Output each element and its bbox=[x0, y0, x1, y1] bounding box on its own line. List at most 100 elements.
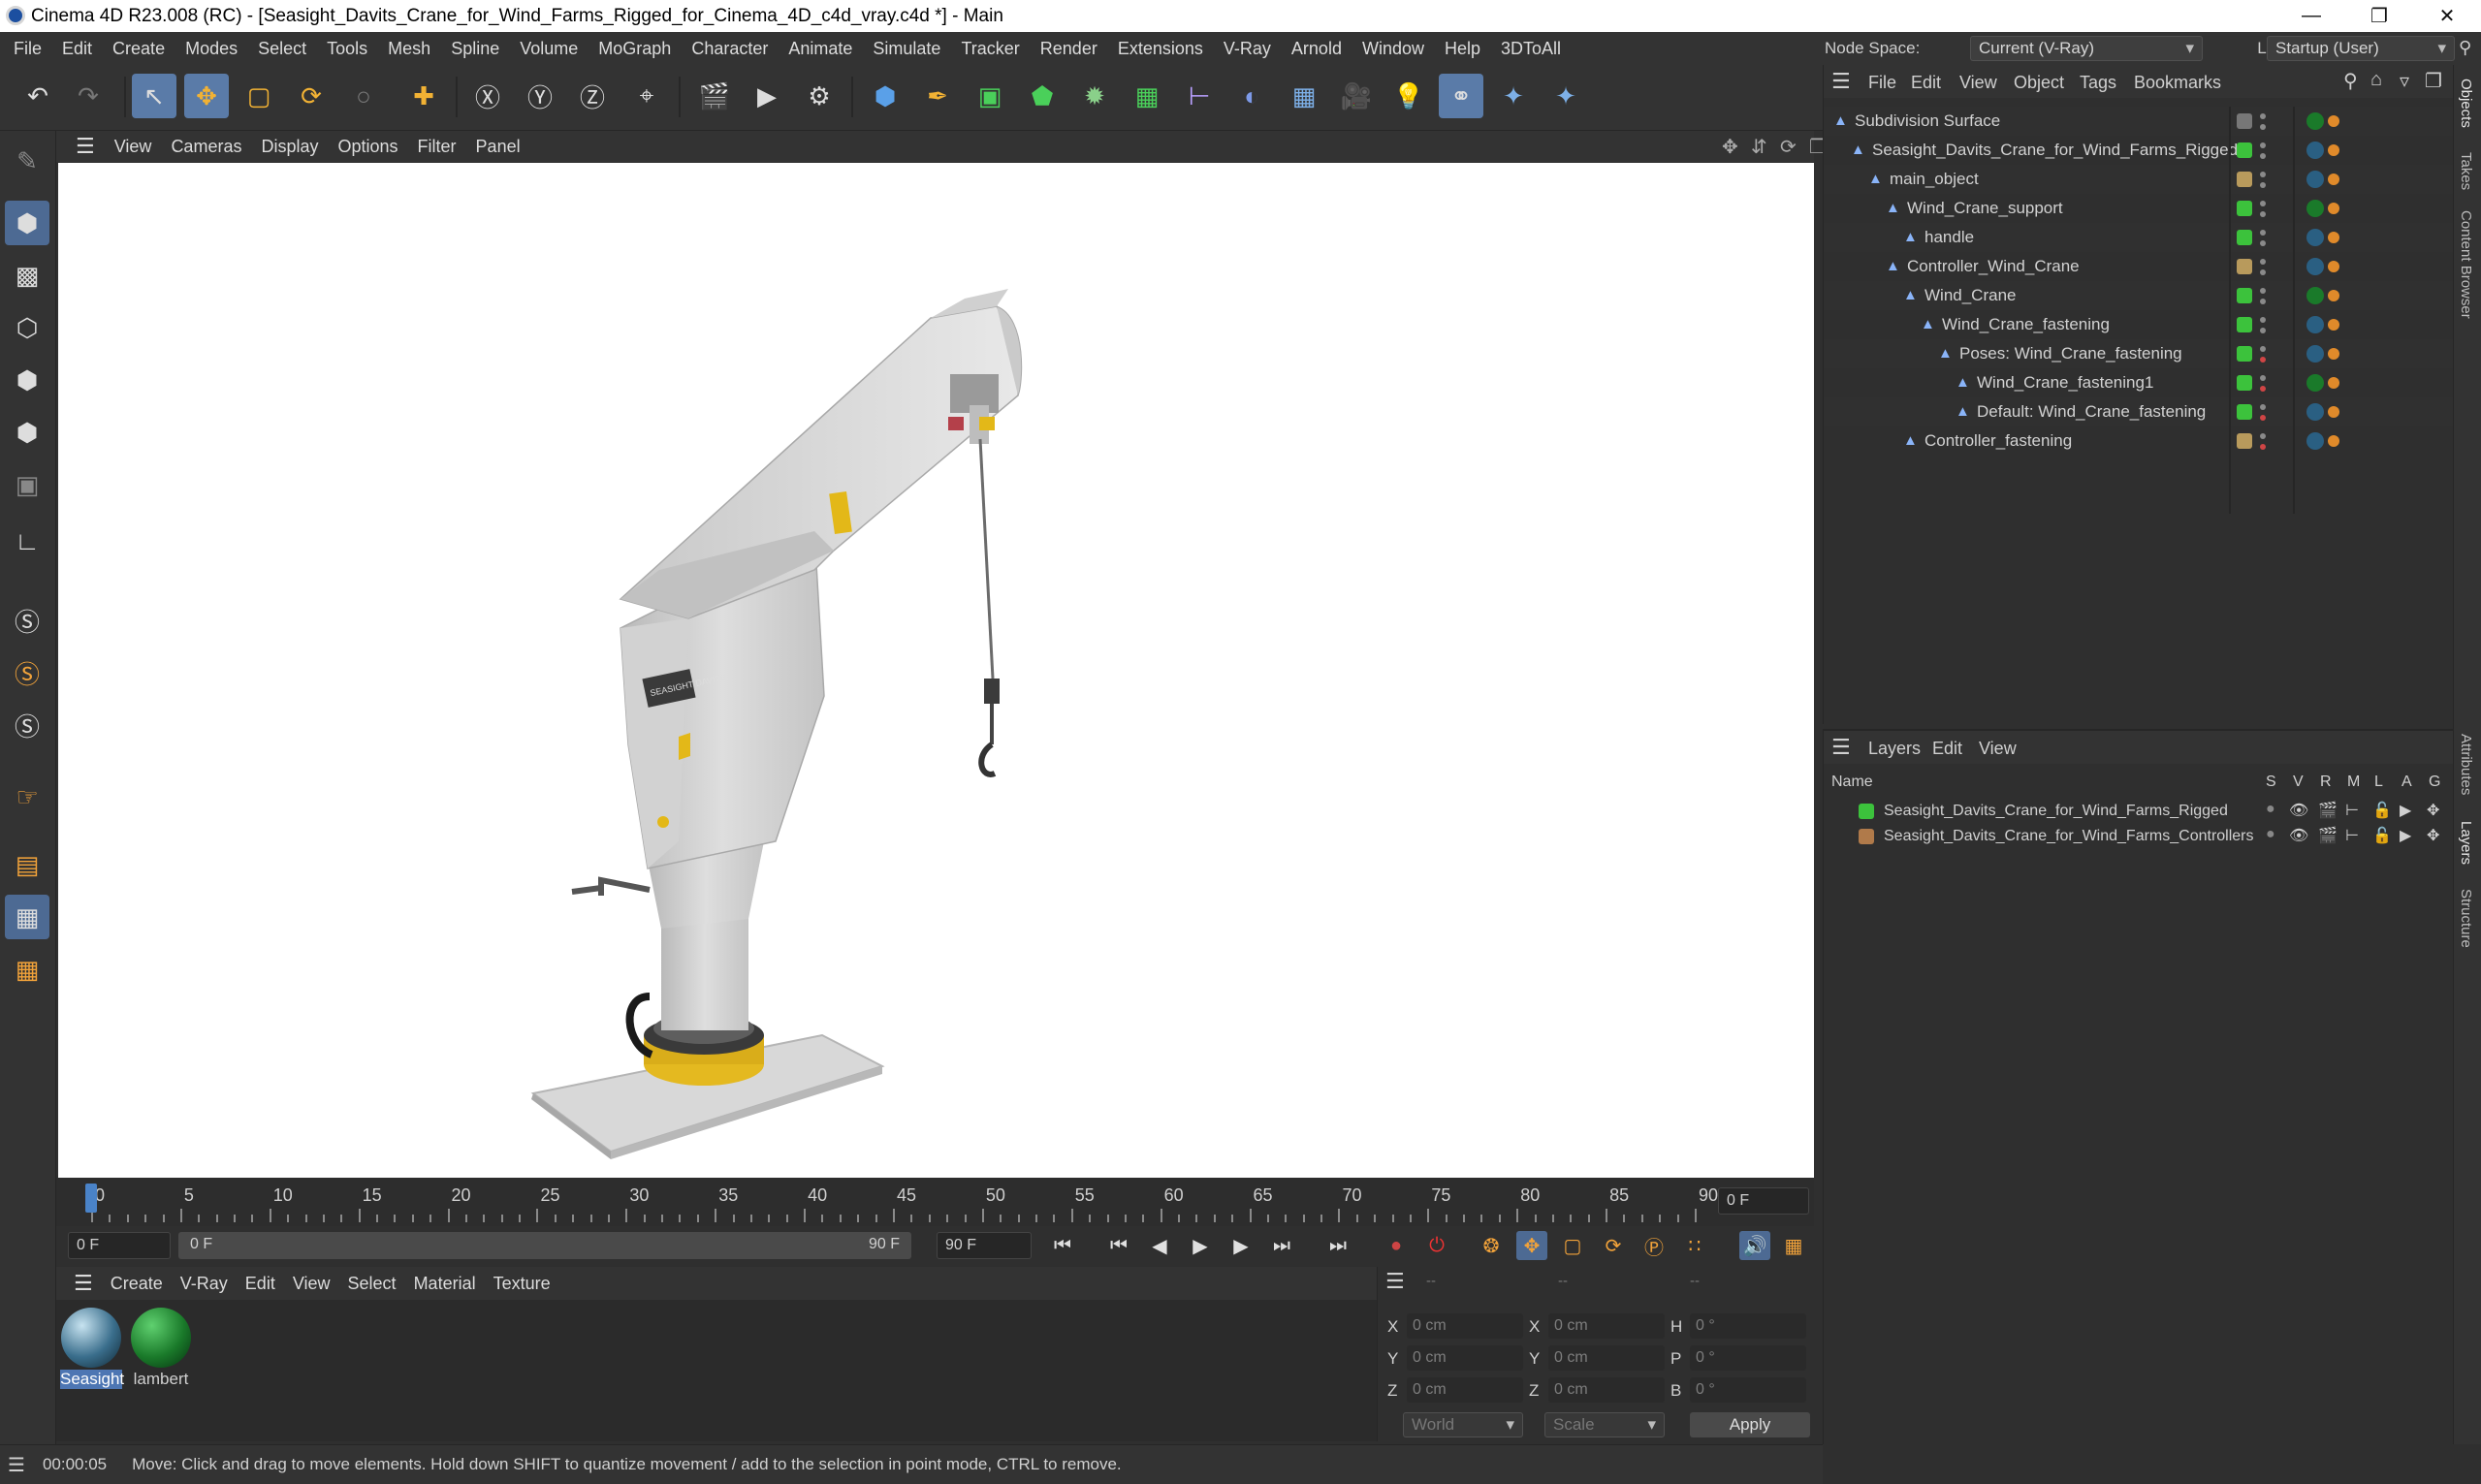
menu-simulate[interactable]: Simulate bbox=[873, 39, 940, 59]
material-menu-create[interactable]: Create bbox=[111, 1274, 163, 1294]
editor-visibility-dot[interactable] bbox=[2260, 142, 2266, 148]
layer-menu-icon[interactable]: ☰ bbox=[1831, 735, 1851, 760]
object-layer-color[interactable] bbox=[2237, 259, 2252, 274]
object-row[interactable]: ▲ Wind_Crane_fastening1 bbox=[1824, 368, 2454, 397]
menu-select[interactable]: Select bbox=[258, 39, 306, 59]
layer-animation-icon[interactable]: ▶ bbox=[2400, 826, 2411, 845]
tweak-icon[interactable]: ☞ bbox=[5, 774, 49, 819]
mograph-icon[interactable]: ▦ bbox=[1125, 74, 1169, 118]
cube-primitive-icon[interactable]: ⬢ bbox=[863, 74, 907, 118]
previous-key-icon[interactable]: ⏮ bbox=[1103, 1231, 1134, 1260]
material-tag-icon[interactable] bbox=[2306, 432, 2324, 450]
object-menu-object[interactable]: Object bbox=[2014, 73, 2064, 93]
model-mode-icon[interactable]: ⬢ bbox=[5, 201, 49, 245]
transform-tool-icon[interactable]: ✚ bbox=[401, 74, 446, 118]
tab-structure[interactable]: Structure bbox=[2458, 889, 2474, 948]
camera-icon[interactable]: 🎥 bbox=[1334, 74, 1379, 118]
edge-mode-icon[interactable]: ⬢ bbox=[5, 358, 49, 402]
floor-environment-icon[interactable]: ▦ bbox=[1282, 74, 1326, 118]
size-x-field[interactable]: 0 cm bbox=[1548, 1313, 1665, 1339]
render-visibility-dot[interactable] bbox=[2260, 328, 2266, 333]
rotate-tool-icon[interactable]: ⟳ bbox=[289, 74, 334, 118]
constraint-tag-icon[interactable] bbox=[2328, 144, 2339, 156]
position-y-field[interactable]: 0 cm bbox=[1407, 1345, 1523, 1371]
constraint-tag-icon[interactable] bbox=[2328, 406, 2339, 418]
menu-mesh[interactable]: Mesh bbox=[388, 39, 430, 59]
object-menu-bookmarks[interactable]: Bookmarks bbox=[2134, 73, 2221, 93]
pan-view-icon[interactable]: ✥ bbox=[1722, 135, 1738, 159]
cloner-icon[interactable]: ✹ bbox=[1072, 74, 1117, 118]
menu-file[interactable]: File bbox=[14, 39, 42, 59]
material-tag-icon[interactable] bbox=[2306, 374, 2324, 392]
menu-create[interactable]: Create bbox=[112, 39, 165, 59]
tab-attributes[interactable]: Attributes bbox=[2458, 734, 2474, 795]
layer-generator-icon[interactable]: ✥ bbox=[2427, 801, 2439, 820]
object-layer-color[interactable] bbox=[2237, 317, 2252, 332]
layer-manager-icon[interactable]: ⊢ bbox=[2345, 801, 2359, 820]
menu-help[interactable]: Help bbox=[1445, 39, 1480, 59]
object-layer-color[interactable] bbox=[2237, 230, 2252, 245]
constraint-tag-icon[interactable] bbox=[2328, 348, 2339, 360]
layer-lock-icon[interactable]: 🔓 bbox=[2372, 826, 2392, 845]
material-tag-icon[interactable] bbox=[2306, 258, 2324, 275]
object-row[interactable]: ▲ Wind_Crane_fastening bbox=[1824, 310, 2454, 339]
auto-key-icon[interactable]: ⏻ bbox=[1421, 1231, 1452, 1260]
live-selection-icon[interactable]: ↖ bbox=[132, 74, 176, 118]
editor-visibility-dot[interactable] bbox=[2260, 433, 2266, 439]
menu-character[interactable]: Character bbox=[691, 39, 768, 59]
material-tag-icon[interactable] bbox=[2306, 287, 2324, 304]
timeline-window-icon[interactable]: ▦ bbox=[1778, 1231, 1809, 1260]
parameter-key-icon[interactable]: Ⓟ bbox=[1638, 1231, 1670, 1260]
menu-tracker[interactable]: Tracker bbox=[961, 39, 1019, 59]
sound-icon[interactable]: 🔊 bbox=[1739, 1231, 1770, 1260]
menu-volume[interactable]: Volume bbox=[520, 39, 578, 59]
layer-visible-icon[interactable]: 👁 bbox=[2289, 826, 2308, 845]
tab-takes[interactable]: Takes bbox=[2458, 152, 2474, 190]
object-row[interactable]: ▲ Wind_Crane bbox=[1824, 281, 2454, 310]
planar-workplane-icon[interactable]: ▦ bbox=[5, 947, 49, 992]
menu-mograph[interactable]: MoGraph bbox=[598, 39, 671, 59]
render-settings-icon[interactable]: ⚙ bbox=[797, 74, 842, 118]
menu-edit[interactable]: Edit bbox=[62, 39, 92, 59]
menu-extensions[interactable]: Extensions bbox=[1118, 39, 1203, 59]
rotation-p-field[interactable]: 0 ° bbox=[1690, 1345, 1806, 1371]
layer-visible-icon[interactable]: 👁 bbox=[2289, 801, 2308, 820]
material-tag-icon[interactable] bbox=[2306, 171, 2324, 188]
coordinate-system-icon[interactable]: ⌖ bbox=[624, 74, 669, 118]
menu-tools[interactable]: Tools bbox=[327, 39, 367, 59]
y-axis-lock-icon[interactable]: Ⓨ bbox=[518, 74, 562, 118]
coordinate-system-dropdown[interactable]: World bbox=[1403, 1412, 1523, 1437]
z-axis-lock-icon[interactable]: Ⓩ bbox=[570, 74, 615, 118]
material-menu-edit[interactable]: Edit bbox=[245, 1274, 275, 1294]
polygon-mode-icon[interactable]: ⬢ bbox=[5, 410, 49, 455]
layer-animation-icon[interactable]: ▶ bbox=[2400, 801, 2411, 820]
constraint-tag-icon[interactable] bbox=[2328, 174, 2339, 185]
light-icon[interactable]: 💡 bbox=[1386, 74, 1431, 118]
material-menu-icon[interactable]: ☰ bbox=[74, 1271, 93, 1296]
start-frame-field[interactable]: 0 F bbox=[68, 1232, 171, 1259]
render-visibility-dot[interactable] bbox=[2260, 269, 2266, 275]
material-menu-view[interactable]: View bbox=[293, 1274, 331, 1294]
material-tag-icon[interactable] bbox=[2306, 112, 2324, 130]
object-row[interactable]: ▲ handle bbox=[1824, 223, 2454, 252]
editor-visibility-dot[interactable] bbox=[2260, 172, 2266, 177]
previous-frame-icon[interactable]: ◀ bbox=[1144, 1231, 1175, 1260]
object-menu-tags[interactable]: Tags bbox=[2080, 73, 2116, 93]
menu-animate[interactable]: Animate bbox=[788, 39, 852, 59]
render-visibility-dot[interactable] bbox=[2260, 357, 2266, 363]
editor-visibility-dot[interactable] bbox=[2260, 346, 2266, 352]
close-icon[interactable]: ✕ bbox=[2413, 0, 2481, 32]
keyframe-selection-icon[interactable]: ❂ bbox=[1476, 1231, 1507, 1260]
end-frame-field[interactable]: 90 F bbox=[937, 1232, 1032, 1259]
record-icon[interactable]: ● bbox=[1381, 1231, 1412, 1260]
viewport-menu-icon[interactable]: ☰ bbox=[76, 134, 95, 159]
material-lambert[interactable]: lambert bbox=[130, 1308, 192, 1389]
menu-modes[interactable]: Modes bbox=[185, 39, 238, 59]
layer-render-icon[interactable]: 🎬 bbox=[2318, 801, 2338, 820]
material-menu-vray[interactable]: V-Ray bbox=[180, 1274, 228, 1294]
menu-3dtoall[interactable]: 3DToAll bbox=[1501, 39, 1561, 59]
render-visibility-dot[interactable] bbox=[2260, 386, 2266, 392]
status-menu-icon[interactable]: ☰ bbox=[8, 1453, 25, 1477]
make-editable-icon[interactable]: ✎ bbox=[5, 139, 49, 183]
layer-solo-icon[interactable]: ● bbox=[2266, 826, 2275, 843]
